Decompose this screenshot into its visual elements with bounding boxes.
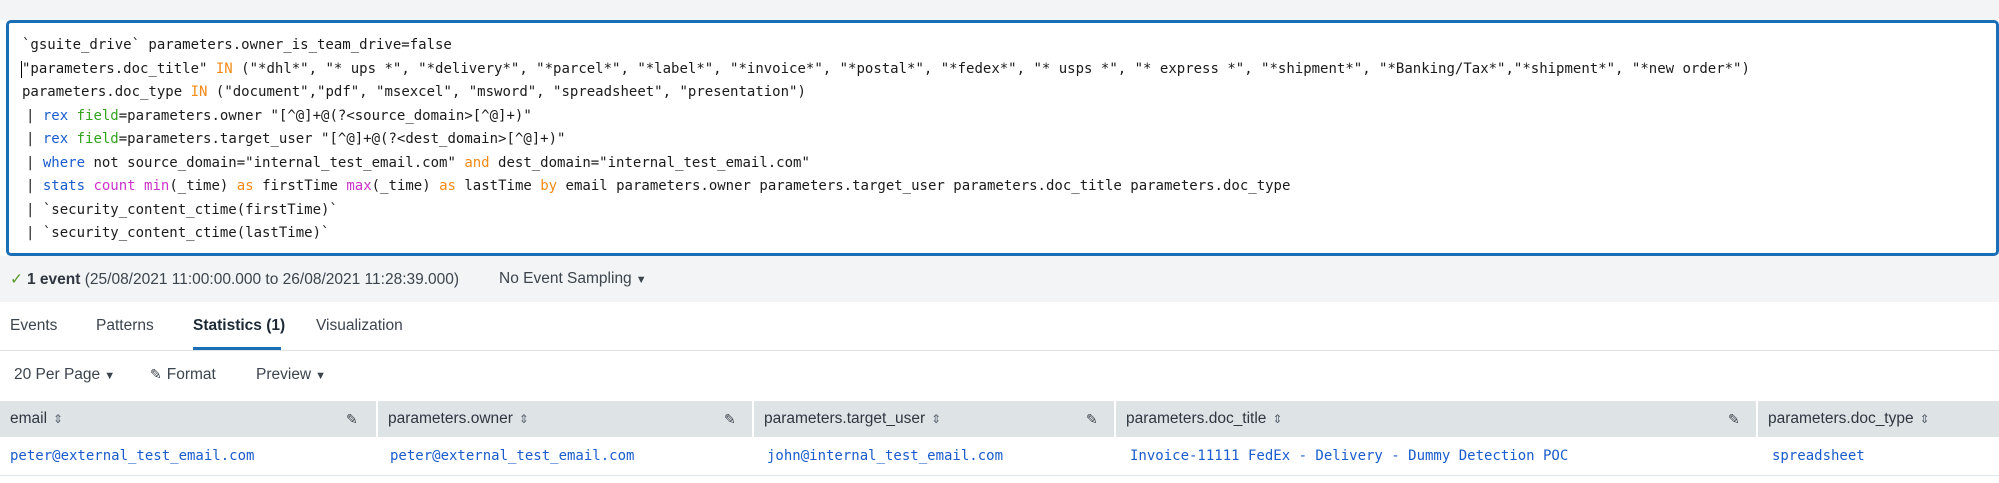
pipe-symbol: | [26, 154, 43, 171]
results-toolbar: 20 Per Page ▼ ✎ Format Preview ▼ [0, 351, 1999, 401]
query-line-8: | `security_content_ctime(firstTime)` [9, 199, 1996, 223]
time-range: (25/08/2021 11:00:00.000 to 26/08/2021 1… [84, 271, 460, 288]
cell-target-user[interactable]: john@internal_test_email.com [767, 448, 1003, 464]
sort-icon[interactable]: ⇕ [519, 412, 529, 426]
results-tabs: Events Patterns Statistics (1) Visualiza… [0, 302, 1999, 351]
sort-icon[interactable]: ⇕ [931, 412, 941, 426]
column-header-target-user[interactable]: parameters.target_user ⇕ ✎ [752, 401, 1114, 437]
sort-icon[interactable]: ⇕ [1272, 412, 1282, 426]
query-operator: by [540, 178, 558, 194]
query-line-5: | rex field=parameters.target_user "[^@]… [9, 128, 1996, 152]
pipe-symbol: | [26, 178, 43, 194]
query-field: "parameters.doc_title" [22, 60, 208, 77]
per-page-dropdown[interactable]: 20 Per Page ▼ [14, 366, 115, 384]
format-label: Format [166, 366, 216, 383]
pipe-symbol: | [26, 107, 43, 124]
caret-down-icon: ▼ [315, 370, 327, 382]
cell-owner[interactable]: peter@external_test_email.com [390, 448, 634, 464]
query-text: not source_domain="internal_test_email.c… [85, 154, 465, 171]
sort-icon[interactable]: ⇕ [1920, 412, 1930, 426]
top-bar [0, 0, 1999, 20]
column-header-doc-type[interactable]: parameters.doc_type ⇕ [1756, 401, 1999, 437]
per-page-label: 20 Per Page [14, 366, 101, 383]
column-title: parameters.target_user [764, 410, 926, 427]
column-title: parameters.doc_type [1768, 410, 1914, 427]
query-operator: as [439, 178, 456, 194]
query-text: dest_domain="internal_test_email.com" [489, 154, 810, 171]
tab-patterns[interactable]: Patterns [96, 317, 154, 335]
pencil-icon[interactable]: ✎ [1086, 401, 1098, 437]
query-text: | `security_content_ctime(lastTime)` [26, 225, 330, 241]
query-line-7: | stats count min(_time) as firstTime ma… [9, 175, 1996, 199]
preview-dropdown[interactable]: Preview ▼ [256, 366, 326, 384]
query-command: where [42, 154, 86, 171]
query-operator: IN [190, 84, 208, 100]
query-argument: field [76, 131, 119, 147]
cell-email[interactable]: peter@external_test_email.com [10, 448, 254, 464]
query-field: parameters.doc_type [22, 84, 183, 100]
pencil-icon: ✎ [150, 366, 162, 382]
query-argument: field [76, 107, 119, 124]
pipe-symbol: | [26, 131, 43, 147]
query-function: min [144, 178, 170, 194]
table-header: email ⇕ ✎ parameters.owner ⇕ ✎ parameters.ta… [0, 401, 1999, 437]
query-command: rex [42, 107, 69, 124]
column-header-owner[interactable]: parameters.owner ⇕ ✎ [376, 401, 752, 437]
tab-events[interactable]: Events [10, 317, 57, 335]
query-text: `gsuite_drive` parameters.owner_is_team_… [22, 37, 452, 53]
query-line-1: `gsuite_drive` parameters.owner_is_team_… [9, 34, 1996, 58]
query-text: (_time) [371, 178, 440, 194]
caret-down-icon: ▼ [104, 370, 116, 382]
event-sampling-label: No Event Sampling [499, 270, 632, 287]
search-status-bar: ✓ 1 event (25/08/2021 11:00:00.000 to 26/… [0, 256, 1999, 302]
format-button[interactable]: ✎ Format [150, 366, 216, 384]
pencil-icon[interactable]: ✎ [1728, 401, 1740, 437]
column-title: parameters.owner [388, 410, 513, 427]
query-line-6: | where not source_domain="internal_test… [9, 152, 1996, 176]
query-text: =parameters.target_user "[^@]+@(?<dest_d… [118, 131, 566, 147]
query-values: ("document","pdf", "msexcel", "msword", … [215, 84, 806, 100]
preview-label: Preview [256, 366, 312, 383]
query-function: max [346, 178, 372, 194]
pencil-icon[interactable]: ✎ [346, 401, 358, 437]
query-text: email parameters.owner parameters.target… [557, 178, 1291, 194]
query-operator: and [464, 154, 490, 171]
tab-visualization[interactable]: Visualization [316, 317, 403, 335]
query-text: (_time) [169, 178, 237, 194]
event-count: 1 event [27, 271, 81, 288]
query-operator: as [236, 178, 254, 194]
pencil-icon[interactable]: ✎ [724, 401, 736, 437]
query-operator: IN [215, 60, 233, 77]
text-cursor [21, 60, 22, 78]
column-header-email[interactable]: email ⇕ ✎ [0, 401, 376, 437]
query-line-2: "parameters.doc_title" IN ("*dhl*", "* u… [9, 58, 1996, 82]
query-command: stats [42, 178, 86, 194]
checkmark-icon: ✓ [10, 271, 23, 288]
query-line-9: | `security_content_ctime(lastTime)` [9, 222, 1996, 246]
event-sampling-dropdown[interactable]: No Event Sampling ▼ [499, 270, 647, 288]
query-line-4: | rex field=parameters.owner "[^@]+@(?<s… [9, 105, 1996, 129]
column-header-doc-title[interactable]: parameters.doc_title ⇕ ✎ [1114, 401, 1756, 437]
column-title: parameters.doc_title [1126, 410, 1267, 427]
event-summary: ✓ 1 event (25/08/2021 11:00:00.000 to 26/… [10, 270, 459, 289]
table-row: peter@external_test_email.com peter@exte… [0, 437, 1999, 476]
query-text: | `security_content_ctime(firstTime)` [26, 201, 338, 218]
tab-statistics[interactable]: Statistics (1) [193, 317, 285, 335]
query-values: ("*dhl*", "* ups *", "*delivery*", "*par… [241, 60, 1750, 77]
cell-doc-type[interactable]: spreadsheet [1772, 448, 1865, 464]
sort-icon[interactable]: ⇕ [53, 412, 63, 426]
query-line-3: parameters.doc_type IN ("document","pdf"… [9, 81, 1996, 105]
query-text: =parameters.owner "[^@]+@(?<source_domai… [118, 107, 532, 124]
query-function: count [93, 178, 136, 194]
query-text: lastTime [455, 178, 541, 194]
query-text: firstTime [253, 178, 347, 194]
query-command: rex [42, 131, 69, 147]
cell-doc-title[interactable]: Invoice-11111 FedEx - Delivery - Dummy D… [1130, 448, 1568, 464]
search-query-editor[interactable]: `gsuite_drive` parameters.owner_is_team_… [6, 20, 1999, 256]
caret-down-icon: ▼ [635, 274, 647, 286]
column-title: email [10, 410, 48, 427]
active-tab-indicator [193, 347, 281, 350]
